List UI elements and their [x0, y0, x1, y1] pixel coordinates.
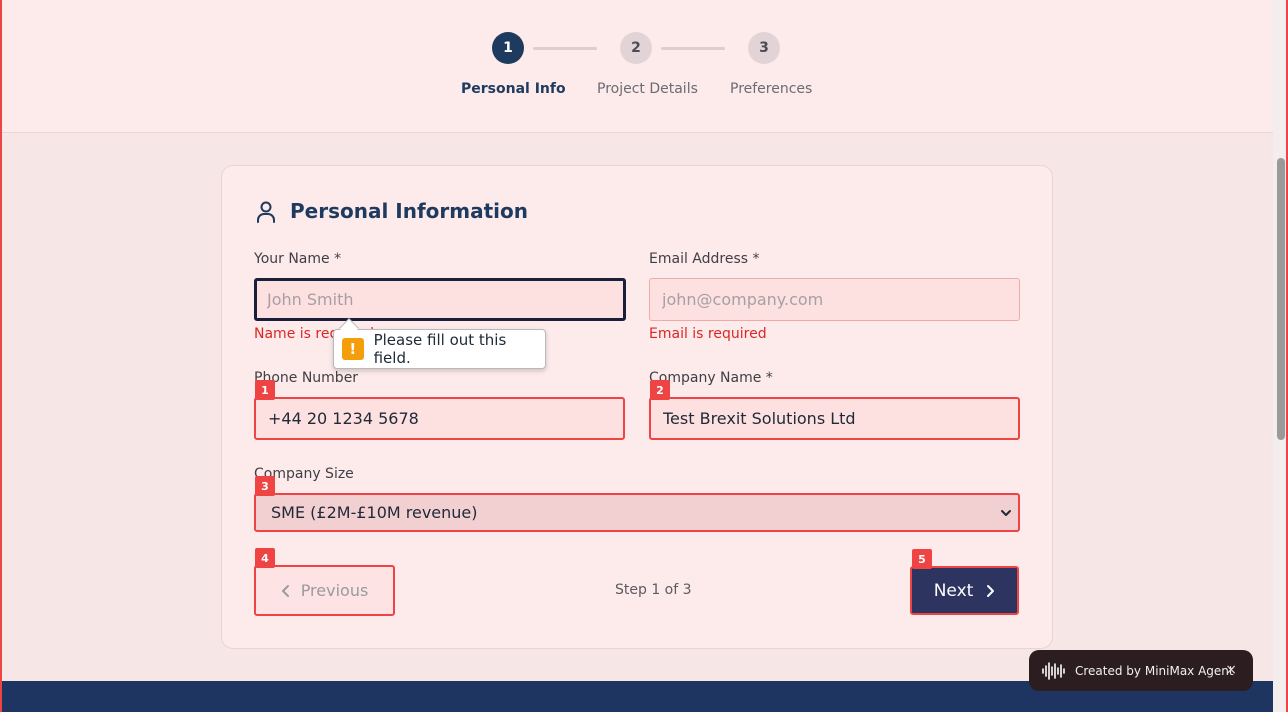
- step-3-circle[interactable]: 3: [748, 32, 780, 64]
- next-button[interactable]: Next: [910, 566, 1019, 615]
- marker-1: 1: [255, 380, 275, 400]
- marker-3: 3: [255, 476, 275, 496]
- step-3-label: Preferences: [730, 81, 813, 97]
- step-counter: Step 1 of 3: [615, 582, 692, 598]
- company-size-select[interactable]: SME (£2M-£10M revenue): [254, 493, 1020, 532]
- email-error: Email is required: [649, 326, 767, 342]
- step-1-circle[interactable]: 1: [492, 32, 524, 64]
- name-label: Your Name *: [254, 251, 342, 267]
- chevron-down-icon: [1001, 510, 1011, 516]
- tooltip-text: Please fill out this field.: [373, 331, 507, 367]
- created-by-badge[interactable]: Created by MiniMax Agent ×: [1029, 650, 1253, 691]
- company-input[interactable]: [649, 397, 1020, 440]
- step-2-label: Project Details: [597, 81, 698, 97]
- step-2-circle[interactable]: 2: [620, 32, 652, 64]
- company-size-value: SME (£2M-£10M revenue): [271, 503, 478, 522]
- user-icon: [257, 201, 275, 223]
- step-connector-1: [533, 47, 597, 50]
- step-connector-2: [661, 47, 725, 50]
- previous-button[interactable]: Previous: [254, 565, 395, 616]
- waveform-icon: [1042, 661, 1065, 680]
- phone-input[interactable]: [254, 397, 625, 440]
- scrollbar-thumb[interactable]: [1277, 158, 1285, 440]
- card-title: Personal Information: [290, 199, 528, 223]
- marker-5: 5: [912, 549, 932, 569]
- chevron-left-icon: [281, 584, 289, 597]
- step-1-label: Personal Info: [461, 81, 566, 97]
- email-label: Email Address *: [649, 251, 760, 267]
- warning-icon: !: [342, 338, 364, 360]
- badge-text: Created by MiniMax Agent: [1075, 663, 1234, 678]
- next-label: Next: [933, 580, 974, 601]
- chevron-right-icon: [987, 584, 995, 597]
- marker-2: 2: [650, 380, 670, 400]
- marker-4: 4: [255, 548, 275, 568]
- stepper-header: 1 2 3 Personal Info Project Details Pref…: [0, 0, 1273, 133]
- name-input[interactable]: [254, 278, 626, 321]
- validation-tooltip: ! Please fill out this field.: [333, 329, 546, 369]
- badge-close-button[interactable]: ×: [1225, 662, 1237, 678]
- email-input[interactable]: [649, 278, 1020, 321]
- previous-label: Previous: [300, 581, 369, 600]
